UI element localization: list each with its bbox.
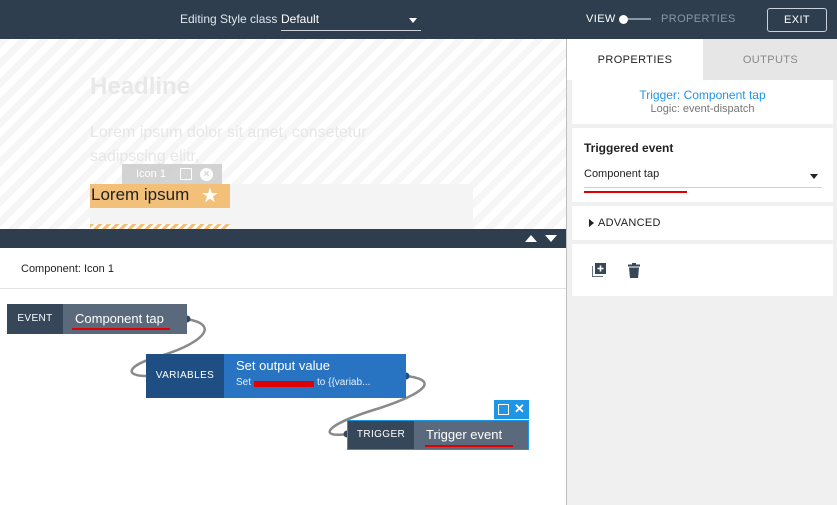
trigger-node-label: Trigger event bbox=[426, 427, 503, 442]
arrow-up-icon[interactable] bbox=[525, 235, 537, 242]
caret-right-icon bbox=[589, 219, 594, 227]
logic-line: Logic: event-dispatch bbox=[650, 103, 755, 115]
trigger-summary-card: Trigger: Component tap Logic: event-disp… bbox=[572, 80, 833, 124]
tab-outputs[interactable]: OUTPUTS bbox=[703, 39, 837, 80]
close-icon[interactable]: × bbox=[200, 168, 213, 181]
trigger-node[interactable]: TRIGGER Trigger event bbox=[347, 420, 529, 450]
highlight-text: Lorem ipsum bbox=[91, 185, 190, 204]
variables-node-tag: VARIABLES bbox=[146, 354, 224, 398]
top-bar: Editing Style class Default VIEW PROPERT… bbox=[0, 0, 837, 39]
chevron-down-icon bbox=[409, 18, 417, 23]
triggered-event-heading: Triggered event bbox=[584, 141, 674, 155]
triggered-event-value: Component tap bbox=[584, 168, 660, 180]
view-mode-label[interactable]: VIEW bbox=[586, 13, 616, 25]
exit-button[interactable]: EXIT bbox=[767, 8, 827, 32]
copy-icon[interactable] bbox=[498, 404, 509, 415]
preview-headline: Headline bbox=[90, 73, 191, 100]
star-icon[interactable]: ★ bbox=[201, 186, 223, 206]
event-node[interactable]: EVENT Component tap bbox=[7, 304, 187, 334]
actions-card bbox=[572, 244, 833, 296]
logic-editor[interactable]: Component: Icon 1 EVENT Component tap VA… bbox=[0, 248, 566, 505]
add-icon[interactable] bbox=[592, 263, 606, 277]
trigger-node-body: Trigger event bbox=[414, 421, 528, 449]
annotation-underline bbox=[72, 328, 170, 330]
toggle-knob-icon[interactable] bbox=[619, 15, 628, 24]
arrow-down-icon[interactable] bbox=[545, 235, 557, 242]
redaction-bar bbox=[254, 381, 314, 387]
close-icon[interactable]: ✕ bbox=[514, 401, 525, 417]
event-node-tag: EVENT bbox=[7, 304, 63, 334]
properties-mode-label[interactable]: PROPERTIES bbox=[661, 13, 736, 25]
variables-node-title: Set output value bbox=[236, 358, 330, 373]
advanced-section[interactable]: ADVANCED bbox=[572, 206, 833, 240]
triggered-event-card: Triggered event Component tap bbox=[572, 128, 833, 202]
event-node-label: Component tap bbox=[75, 311, 164, 326]
preview-paragraph: Lorem ipsum dolor sit amet, consetetur s… bbox=[90, 124, 367, 165]
node-selection-tools: ✕ bbox=[494, 400, 529, 419]
selected-component-tag: Icon 1 × bbox=[122, 164, 222, 186]
event-node-body: Component tap bbox=[63, 304, 187, 334]
properties-panel: PROPERTIES OUTPUTS Trigger: Component ta… bbox=[566, 39, 837, 505]
panel-divider bbox=[0, 229, 566, 248]
chevron-down-icon bbox=[810, 174, 818, 179]
annotation-underline bbox=[425, 445, 513, 447]
style-class-label: Editing Style class bbox=[180, 12, 278, 26]
component-tag-label: Icon 1 bbox=[136, 168, 166, 180]
trash-icon[interactable] bbox=[628, 263, 640, 278]
canvas-preview[interactable]: Headline Lorem ipsum dolor sit amet, con… bbox=[0, 39, 566, 229]
style-class-select[interactable]: Default bbox=[281, 9, 421, 31]
variables-node-body: Set output value Set to {{variab... bbox=[224, 354, 406, 398]
variables-node-subtitle-end: to {{variab... bbox=[317, 377, 371, 388]
trigger-title[interactable]: Trigger: Component tap bbox=[572, 88, 833, 102]
advanced-label: ADVANCED bbox=[598, 217, 661, 229]
variables-node-subtitle-start: Set bbox=[236, 377, 252, 388]
annotation-underline bbox=[584, 191, 687, 193]
triggered-event-select[interactable]: Component tap bbox=[584, 164, 822, 188]
trigger-node-tag: TRIGGER bbox=[348, 421, 414, 449]
style-class-value: Default bbox=[281, 12, 320, 26]
variables-node[interactable]: VARIABLES Set output value Set to {{vari… bbox=[146, 354, 406, 398]
tab-properties[interactable]: PROPERTIES bbox=[567, 39, 703, 80]
copy-icon[interactable] bbox=[180, 168, 192, 180]
